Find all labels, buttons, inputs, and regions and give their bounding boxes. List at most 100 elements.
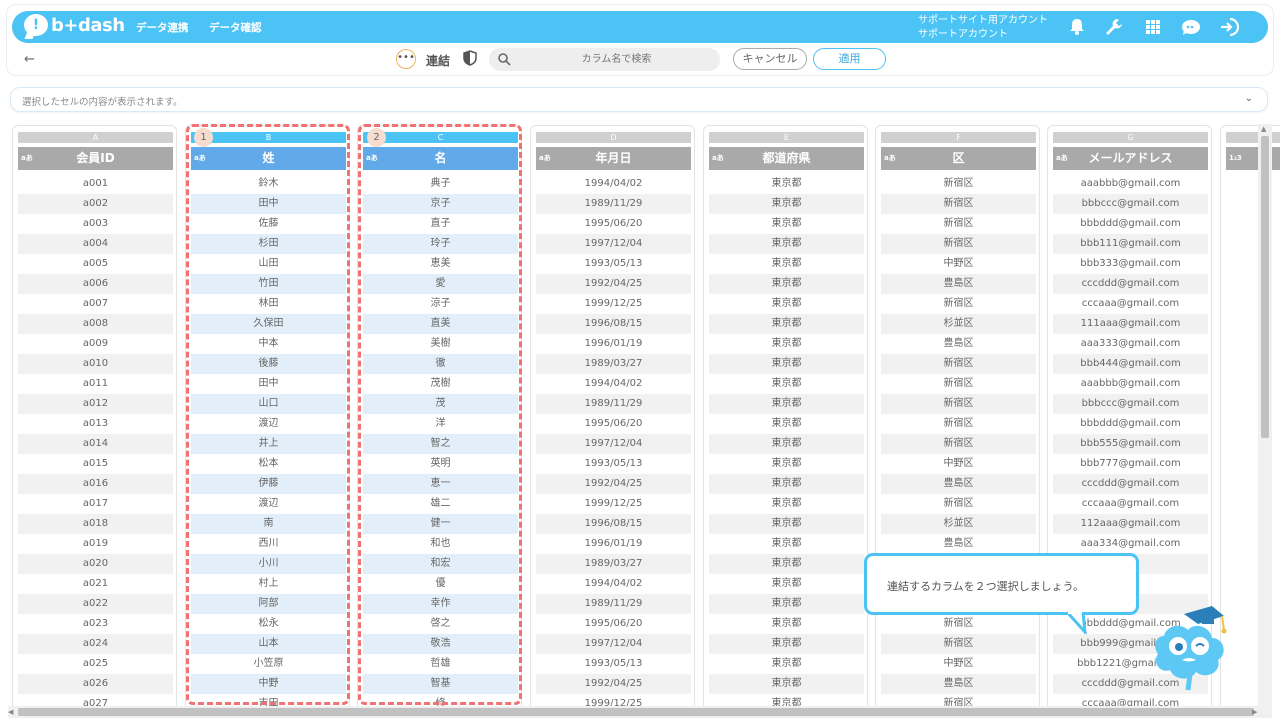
scroll-right-icon[interactable]: ▶ (1252, 708, 1257, 716)
table-cell[interactable]: 1996/01/19 (536, 534, 691, 554)
table-cell[interactable]: 東京都 (709, 394, 864, 414)
table-cell[interactable]: 東京都 (709, 554, 864, 574)
table-cell[interactable]: 111aaa@gmail.com (1053, 314, 1208, 334)
nav-data-check[interactable]: データ確認 (209, 20, 262, 35)
table-cell[interactable]: 東京都 (709, 654, 864, 674)
table-cell[interactable]: 東京都 (709, 374, 864, 394)
table-cell[interactable]: bbb111@gmail.com (1053, 234, 1208, 254)
table-cell[interactable]: a008 (18, 314, 173, 334)
table-cell[interactable]: a023 (18, 614, 173, 634)
scroll-thumb[interactable] (1261, 136, 1269, 438)
table-cell[interactable]: 1997/12/04 (536, 434, 691, 454)
back-arrow-icon[interactable]: ← (24, 52, 35, 67)
table-cell[interactable]: 中野区 (881, 654, 1036, 674)
table-cell[interactable]: 新宿区 (881, 434, 1036, 454)
table-cell[interactable]: 新宿区 (881, 294, 1036, 314)
table-cell[interactable]: 豊島区 (881, 474, 1036, 494)
table-cell[interactable]: a026 (18, 674, 173, 694)
table-cell[interactable]: 新宿区 (881, 614, 1036, 634)
table-cell[interactable]: 新宿区 (881, 194, 1036, 214)
table-cell[interactable]: a019 (18, 534, 173, 554)
table-cell[interactable]: 中野区 (881, 254, 1036, 274)
scroll-left-icon[interactable]: ◀ (8, 708, 13, 716)
table-cell[interactable]: a009 (18, 334, 173, 354)
table-cell[interactable]: 1989/03/27 (536, 554, 691, 574)
table-cell[interactable]: 新宿区 (881, 234, 1036, 254)
table-cell[interactable]: 新宿区 (881, 414, 1036, 434)
vertical-scrollbar[interactable]: ▲ (1258, 124, 1272, 706)
table-cell[interactable]: 1996/08/15 (536, 314, 691, 334)
table-cell[interactable]: 1992/04/25 (536, 674, 691, 694)
table-cell[interactable]: 東京都 (709, 314, 864, 334)
table-cell[interactable]: 1994/04/02 (536, 574, 691, 594)
table-cell[interactable]: 1995/06/20 (536, 214, 691, 234)
chat-icon[interactable] (1180, 16, 1202, 38)
table-cell[interactable]: 1993/05/13 (536, 654, 691, 674)
table-cell[interactable]: a011 (18, 374, 173, 394)
table-cell[interactable]: 東京都 (709, 194, 864, 214)
table-cell[interactable]: 東京都 (709, 614, 864, 634)
table-cell[interactable]: cccddd@gmail.com (1053, 474, 1208, 494)
table-cell[interactable]: 東京都 (709, 634, 864, 654)
column-header[interactable]: aあ 会員ID (18, 147, 173, 170)
column-header[interactable]: aあ 区 (881, 147, 1036, 170)
table-cell[interactable]: a010 (18, 354, 173, 374)
table-cell[interactable]: bbbddd@gmail.com (1053, 214, 1208, 234)
table-cell[interactable]: a014 (18, 434, 173, 454)
table-cell[interactable]: 東京都 (709, 594, 864, 614)
table-cell[interactable]: 東京都 (709, 234, 864, 254)
table-cell[interactable]: 1992/04/25 (536, 274, 691, 294)
apply-button[interactable]: 適用 (813, 48, 886, 70)
table-cell[interactable]: 東京都 (709, 294, 864, 314)
table-cell[interactable]: a003 (18, 214, 173, 234)
table-cell[interactable]: 中野区 (881, 454, 1036, 474)
table-cell[interactable]: a025 (18, 654, 173, 674)
table-cell[interactable]: 東京都 (709, 214, 864, 234)
table-cell[interactable]: 1997/12/04 (536, 634, 691, 654)
search-input[interactable] (519, 48, 714, 71)
cancel-button[interactable]: キャンセル (733, 48, 807, 70)
table-cell[interactable]: a016 (18, 474, 173, 494)
table-cell[interactable]: 1989/11/29 (536, 194, 691, 214)
cell-content-bar[interactable]: 選択したセルの内容が表示されます。 ⌄ (10, 87, 1268, 112)
table-cell[interactable]: 1992/04/25 (536, 474, 691, 494)
grid-menu-icon[interactable] (1142, 16, 1164, 38)
table-cell[interactable]: 新宿区 (881, 394, 1036, 414)
table-cell[interactable]: 東京都 (709, 574, 864, 594)
horizontal-scrollbar[interactable]: ◀ ▶ (8, 706, 1272, 718)
scroll-up-icon[interactable]: ▲ (1261, 125, 1266, 133)
table-cell[interactable]: a015 (18, 454, 173, 474)
more-options-icon[interactable]: ••• (396, 49, 416, 69)
table-cell[interactable]: 1989/11/29 (536, 394, 691, 414)
table-cell[interactable]: 豊島区 (881, 274, 1036, 294)
table-cell[interactable]: bbbccc@gmail.com (1053, 194, 1208, 214)
table-cell[interactable]: 新宿区 (881, 634, 1036, 654)
table-cell[interactable]: 1997/12/04 (536, 234, 691, 254)
table-cell[interactable]: bbbccc@gmail.com (1053, 394, 1208, 414)
logout-icon[interactable] (1218, 16, 1240, 38)
column-search[interactable] (489, 48, 720, 71)
table-cell[interactable]: 東京都 (709, 474, 864, 494)
nav-data-integration[interactable]: データ連携 (136, 20, 189, 35)
table-cell[interactable]: 1993/05/13 (536, 254, 691, 274)
table-cell[interactable]: 新宿区 (881, 494, 1036, 514)
table-cell[interactable]: a022 (18, 594, 173, 614)
table-cell[interactable]: a001 (18, 174, 173, 194)
table-cell[interactable]: bbb444@gmail.com (1053, 354, 1208, 374)
table-cell[interactable]: bbb777@gmail.com (1053, 454, 1208, 474)
column-header[interactable]: aあ 年月日 (536, 147, 691, 170)
table-cell[interactable]: 112aaa@gmail.com (1053, 514, 1208, 534)
table-cell[interactable]: a020 (18, 554, 173, 574)
table-cell[interactable]: 1995/06/20 (536, 414, 691, 434)
table-cell[interactable]: 東京都 (709, 174, 864, 194)
account-info[interactable]: サポートサイト用アカウント サポートアカウント (918, 14, 1048, 42)
table-cell[interactable]: 1996/01/19 (536, 334, 691, 354)
table-cell[interactable]: 1989/11/29 (536, 594, 691, 614)
column-e[interactable]: E aあ 都道府県 東京都 東京都 東京都 東京都 東京都 東京都 東京都 東京都 東京都 東京都東… (703, 125, 868, 708)
table-cell[interactable]: cccaaa@gmail.com (1053, 494, 1208, 514)
table-cell[interactable]: a018 (18, 514, 173, 534)
chevron-down-icon[interactable]: ⌄ (1245, 93, 1253, 104)
table-cell[interactable]: 東京都 (709, 414, 864, 434)
table-cell[interactable]: 東京都 (709, 354, 864, 374)
column-header[interactable]: aあ メールアドレス (1053, 147, 1208, 170)
